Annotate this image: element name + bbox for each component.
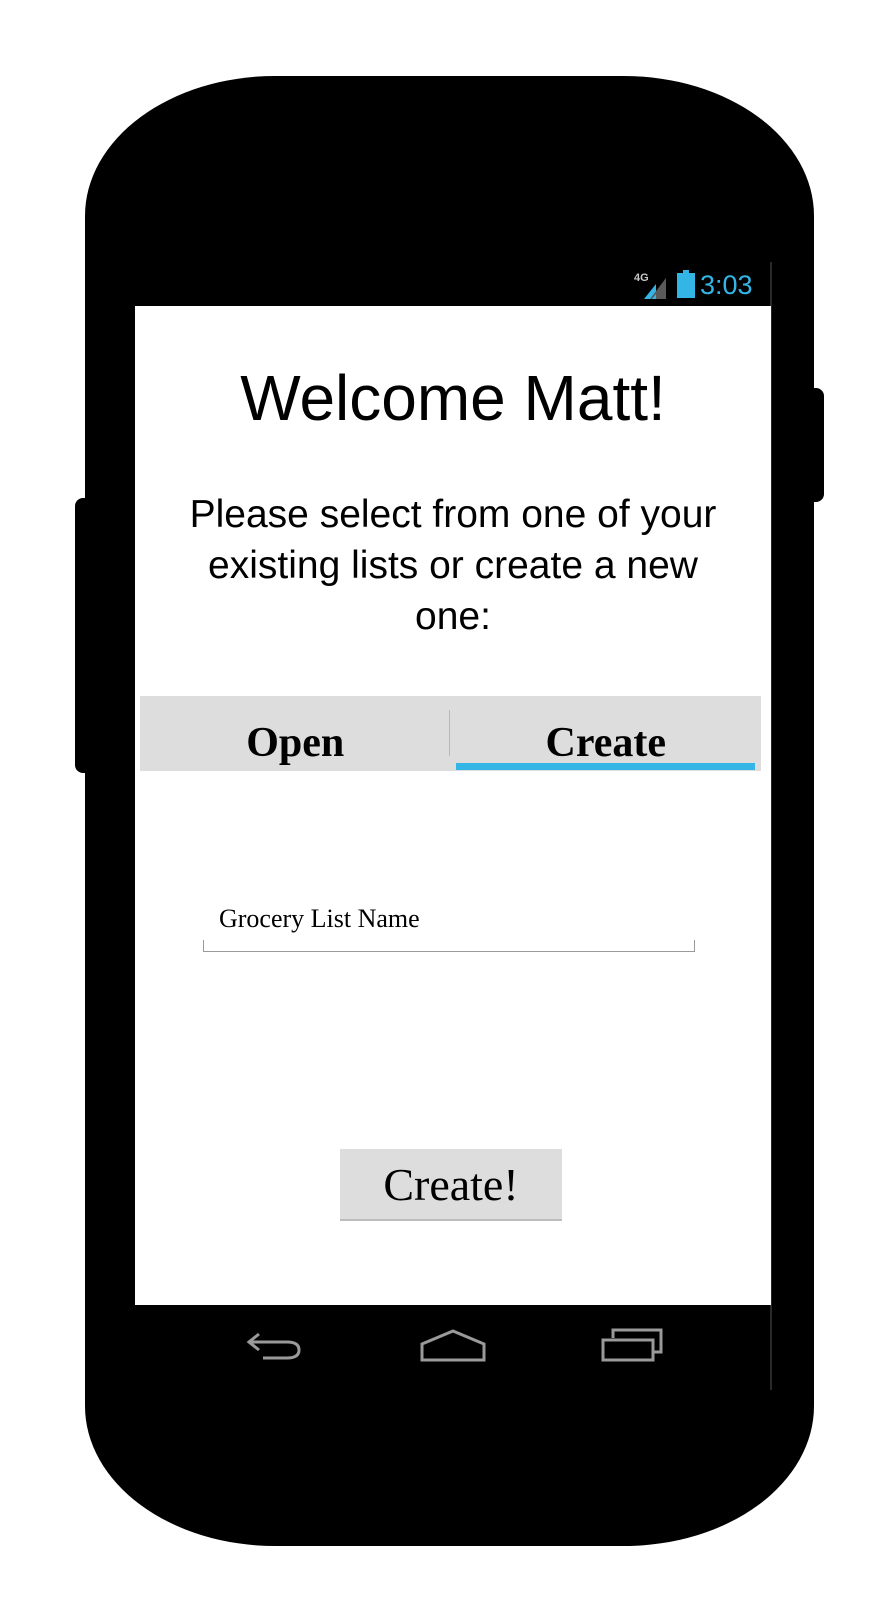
- tab-bar: Open Create: [140, 696, 761, 771]
- network-label: 4G: [634, 272, 649, 284]
- tab-open[interactable]: Open: [140, 696, 451, 771]
- list-name-input[interactable]: Grocery List Name: [203, 890, 695, 952]
- tab-create[interactable]: Create: [451, 696, 762, 771]
- instructions-text: Please select from one of your existing …: [189, 493, 717, 638]
- app-screen: Welcome Matt! Please select from one of …: [135, 306, 771, 1305]
- tab-open-label: Open: [246, 720, 345, 766]
- input-underline-tick-right: [694, 940, 695, 952]
- create-button[interactable]: Create!: [340, 1149, 562, 1221]
- input-underline: [203, 951, 695, 952]
- selected-tab-indicator: [456, 763, 755, 770]
- home-icon[interactable]: [420, 1328, 486, 1362]
- status-bar: [135, 262, 770, 306]
- volume-button: [75, 498, 95, 773]
- network-signal-icon: 4G: [634, 272, 666, 299]
- recent-apps-icon[interactable]: [601, 1328, 663, 1362]
- battery-icon: [677, 270, 695, 298]
- tab-divider: [449, 710, 450, 756]
- list-name-placeholder: Grocery List Name: [219, 904, 420, 933]
- tab-create-label: Create: [545, 720, 666, 766]
- welcome-title: Welcome Matt!: [240, 362, 666, 434]
- power-button: [804, 388, 824, 502]
- back-icon[interactable]: [245, 1328, 305, 1362]
- status-time: 3:03: [700, 270, 753, 300]
- input-underline-tick-left: [203, 940, 204, 952]
